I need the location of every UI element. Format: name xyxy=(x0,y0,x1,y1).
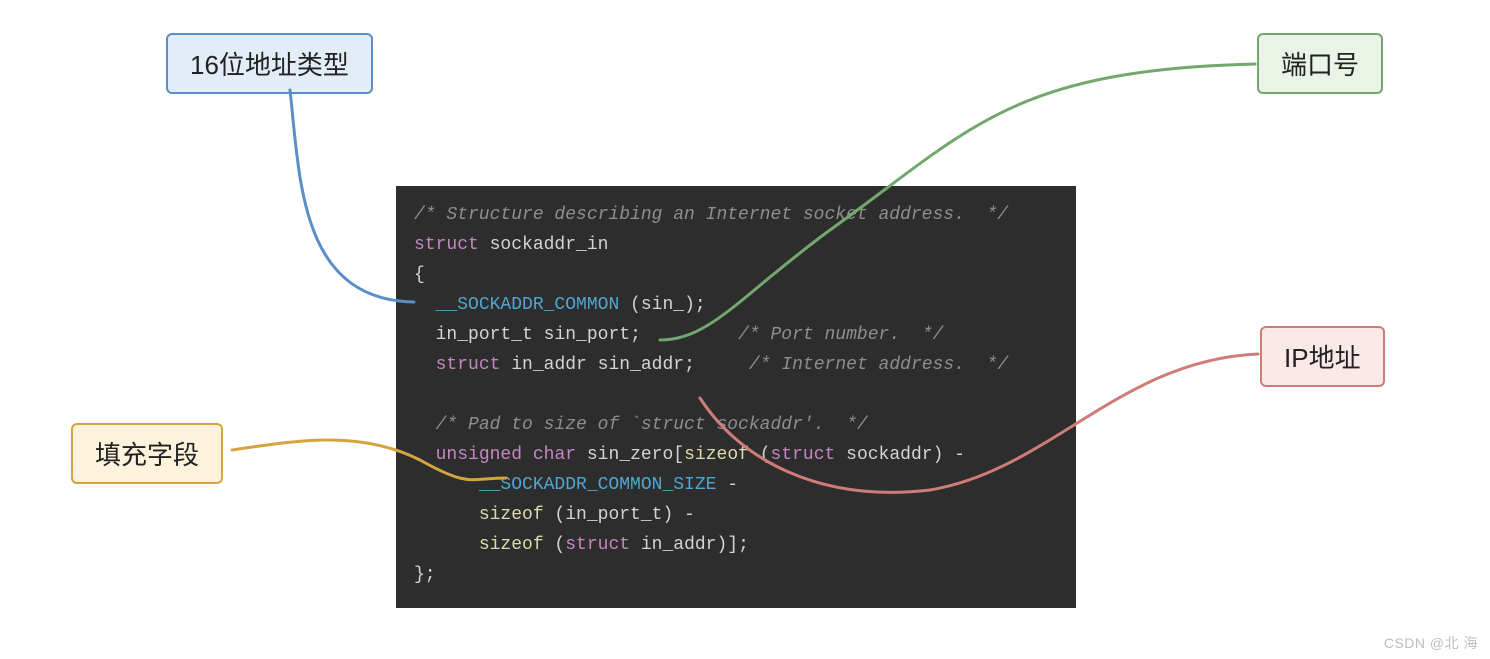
code-comment-top: /* Structure describing an Internet sock… xyxy=(414,205,1008,225)
kw-char: char xyxy=(533,445,576,465)
common-arg-open: ( xyxy=(619,295,641,315)
id-sin_zero: sin_zero xyxy=(587,445,673,465)
type-sockaddr: sockaddr xyxy=(846,445,932,465)
macro-sockaddr-common: __SOCKADDR_COMMON xyxy=(436,295,620,315)
common-arg: sin_ xyxy=(641,295,684,315)
type-in_port_t: in_port_t xyxy=(436,325,533,345)
fn-sizeof-3: sizeof xyxy=(479,535,544,555)
comment-addr: /* Internet address. */ xyxy=(749,355,1008,375)
id-sockaddr_in: sockaddr_in xyxy=(490,235,609,255)
id-sin_addr: sin_addr xyxy=(598,355,684,375)
kw-struct-1: struct xyxy=(414,235,479,255)
type-in_addr-2: in_addr xyxy=(641,535,717,555)
comment-port: /* Port number. */ xyxy=(738,325,943,345)
callout-port: 端口号 xyxy=(1257,33,1383,94)
macro-sockaddr-common-size: __SOCKADDR_COMMON_SIZE xyxy=(479,475,717,495)
semi-1: ; xyxy=(630,325,641,345)
semi-2: ; xyxy=(684,355,695,375)
watermark: CSDN @北 海 xyxy=(1384,633,1478,653)
lpar-3: ( xyxy=(544,535,566,555)
lpar-2: ( xyxy=(544,505,566,525)
kw-struct-2: struct xyxy=(436,355,501,375)
lpar-1: ( xyxy=(749,445,771,465)
common-arg-close: ); xyxy=(684,295,706,315)
rpar-minus-2: ) - xyxy=(662,505,694,525)
type-in_port_t-2: in_port_t xyxy=(565,505,662,525)
kw-struct-3: struct xyxy=(771,445,836,465)
brace-close: }; xyxy=(414,565,436,585)
brace-open: { xyxy=(414,265,425,285)
callout-fill: 填充字段 xyxy=(71,423,223,484)
callout-ip: IP地址 xyxy=(1260,326,1385,387)
callout-addr-type: 16位地址类型 xyxy=(166,33,373,94)
type-in_addr: in_addr xyxy=(511,355,587,375)
rpar-minus-1: ) - xyxy=(933,445,965,465)
comment-pad: /* Pad to size of `struct sockaddr'. */ xyxy=(436,415,868,435)
diagram-stage: 16位地址类型 端口号 填充字段 IP地址 /* Structure descr… xyxy=(0,0,1490,659)
kw-struct-4: struct xyxy=(565,535,630,555)
fn-sizeof-1: sizeof xyxy=(684,445,749,465)
id-sin_port: sin_port xyxy=(544,325,630,345)
code-block: /* Structure describing an Internet sock… xyxy=(396,186,1076,608)
lbrack: [ xyxy=(673,445,684,465)
rpar-rbrack: )]; xyxy=(716,535,748,555)
minus-2: - xyxy=(716,475,738,495)
fn-sizeof-2: sizeof xyxy=(479,505,544,525)
kw-unsigned: unsigned xyxy=(436,445,522,465)
